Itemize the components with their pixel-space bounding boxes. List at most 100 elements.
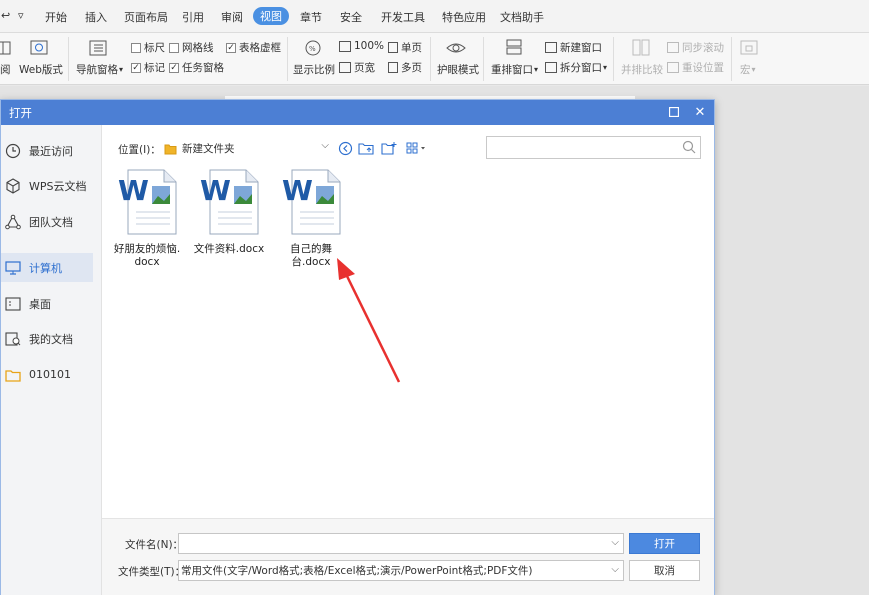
maximize-icon[interactable] — [665, 103, 683, 121]
file-item[interactable]: W 好朋友的烦恼. docx — [107, 168, 187, 269]
cancel-button[interactable]: 取消 — [629, 560, 700, 581]
svg-text:W: W — [118, 174, 149, 207]
dialog-sidebar: 最近访问 WPS云文档 团队文档 计算机 桌面 我的文档 010101 — [1, 125, 102, 595]
table-gridlines-checkbox[interactable]: ✓ 表格虚框 — [226, 40, 281, 55]
menu-item-page-layout[interactable]: 页面布局 — [124, 9, 168, 25]
open-file-dialog: 打开 ✕ 最近访问 WPS云文档 团队文档 计算机 桌面 我的文档 010101… — [0, 99, 715, 595]
open-button[interactable]: 打开 — [629, 533, 700, 554]
word-document-icon: W — [116, 168, 178, 236]
word-document-icon: W — [198, 168, 260, 236]
split-window-button[interactable]: 拆分窗口 ▾ — [545, 60, 607, 75]
eye-protection-button[interactable]: 护眼模式 — [437, 62, 479, 77]
undo-icon[interactable]: ↩ — [1, 9, 10, 22]
menu-bar: ↩ ▿ 开始 插入 页面布局 引用 审阅 视图 章节 安全 开发工具 特色应用 … — [0, 0, 869, 33]
sidebar-item-computer[interactable]: 计算机 — [1, 253, 93, 282]
file-name: 文件资料.docx — [193, 243, 265, 255]
menu-item-review[interactable]: 审阅 — [221, 9, 243, 25]
arrange-windows-button[interactable]: 重排窗口 ▾ — [491, 62, 538, 77]
filename-input[interactable]: ⌵ — [178, 533, 624, 554]
filetype-select[interactable]: 常用文件(文字/Word格式;表格/Excel格式;演示/PowerPoint格… — [178, 560, 624, 581]
file-name: 自己的舞台.docx — [290, 243, 332, 268]
macro-button: 宏 ▾ — [740, 64, 756, 76]
menu-item-chapter[interactable]: 章节 — [300, 9, 322, 25]
menu-item-developer-tools[interactable]: 开发工具 — [381, 9, 425, 25]
search-input[interactable] — [486, 136, 701, 159]
read-mode-label[interactable]: 阅 — [0, 62, 11, 77]
reset-position-icon — [667, 62, 679, 73]
monitor-icon — [4, 259, 21, 276]
zoom-button[interactable]: 显示比例 — [293, 62, 335, 77]
nav-pane-button[interactable]: 导航窗格 ▾ — [76, 62, 123, 77]
new-folder-icon[interactable] — [380, 140, 398, 156]
file-name-ext: docx — [134, 256, 160, 268]
nav-pane-icon[interactable] — [87, 38, 109, 58]
sidebar-item-wps-cloud[interactable]: WPS云文档 — [1, 171, 93, 200]
menu-item-security[interactable]: 安全 — [340, 9, 362, 25]
location-label: 位置(I)： — [118, 144, 161, 156]
web-layout-button[interactable]: Web版式 — [19, 62, 63, 77]
sidebar-item-label: WPS云文档 — [29, 179, 87, 193]
single-page-button[interactable]: 单页 — [388, 40, 422, 55]
ruler-checkbox[interactable]: 标尺 — [131, 40, 165, 55]
multi-page-button[interactable]: 多页 — [388, 60, 422, 75]
macro-icon — [738, 38, 760, 58]
sidebar-item-team-docs[interactable]: 团队文档 — [1, 207, 93, 236]
svg-text:W: W — [200, 174, 231, 207]
sidebar-item-label: 桌面 — [29, 297, 51, 311]
zoom-icon[interactable]: % — [302, 38, 324, 58]
menu-item-home[interactable]: 开始 — [45, 9, 67, 25]
arrange-windows-icon[interactable] — [503, 38, 525, 58]
sidebar-item-label: 最近访问 — [29, 144, 73, 158]
up-folder-icon[interactable] — [357, 140, 375, 156]
multi-page-icon — [388, 62, 398, 73]
split-window-icon — [545, 62, 557, 73]
close-icon[interactable]: ✕ — [691, 103, 709, 121]
ribbon-separator — [287, 37, 288, 81]
ribbon-separator — [731, 37, 732, 81]
sidebar-item-label: 010101 — [29, 368, 71, 381]
sidebar-item-my-documents[interactable]: 我的文档 — [1, 324, 93, 353]
quick-access-dropdown-icon[interactable]: ▿ — [18, 9, 24, 22]
folder-icon — [4, 366, 21, 383]
page-width-button[interactable]: 页宽 — [339, 60, 375, 75]
sidebar-item-recent[interactable]: 最近访问 — [1, 136, 93, 165]
new-window-button[interactable]: 新建窗口 — [545, 40, 602, 55]
file-item[interactable]: W 文件资料.docx — [189, 168, 269, 256]
read-mode-icon[interactable] — [0, 38, 14, 58]
my-documents-icon — [4, 330, 21, 347]
eye-icon[interactable] — [445, 38, 467, 58]
back-icon[interactable] — [336, 140, 354, 156]
clock-icon — [4, 142, 21, 159]
location-value: 新建文件夹 — [182, 142, 235, 155]
menu-item-special-apps[interactable]: 特色应用 — [442, 9, 486, 25]
menu-item-insert[interactable]: 插入 — [85, 9, 107, 25]
reset-position-button: 重设位置 — [667, 60, 724, 75]
sidebar-item-label: 我的文档 — [29, 332, 73, 346]
zoom-100-button[interactable]: 100% — [339, 40, 384, 52]
chevron-down-icon[interactable]: ⌵ — [611, 564, 619, 575]
chevron-down-icon: ⌵ — [321, 140, 329, 151]
location-dropdown[interactable]: 新建文件夹 ⌵ — [161, 137, 331, 159]
web-layout-icon[interactable] — [28, 38, 50, 58]
sidebar-item-folder-010101[interactable]: 010101 — [1, 360, 93, 389]
svg-text:%: % — [309, 45, 316, 53]
search-icon — [682, 140, 696, 157]
menu-item-view[interactable]: 视图 — [253, 7, 289, 25]
filetype-value: 常用文件(文字/Word格式;表格/Excel格式;演示/PowerPoint格… — [181, 565, 533, 577]
gridlines-checkbox[interactable]: 网格线 — [169, 40, 214, 55]
file-item[interactable]: W 自己的舞台.docx — [271, 168, 351, 269]
annotation-arrow — [337, 258, 401, 383]
sync-scroll-icon — [667, 42, 679, 53]
sidebar-item-desktop[interactable]: 桌面 — [1, 289, 93, 318]
menu-item-doc-assistant[interactable]: 文档助手 — [500, 9, 544, 25]
dialog-bottom-panel: 文件名(N)： ⌵ 打开 文件类型(T)： 常用文件(文字/Word格式;表格/… — [102, 518, 714, 595]
ribbon-separator — [430, 37, 431, 81]
view-mode-icon[interactable] — [405, 140, 429, 156]
task-pane-checkbox[interactable]: ✓ 任务窗格 — [169, 60, 224, 75]
chevron-down-icon[interactable]: ⌵ — [611, 537, 619, 548]
markup-checkbox[interactable]: ✓ 标记 — [131, 60, 165, 75]
menu-item-references[interactable]: 引用 — [182, 9, 204, 25]
sidebar-item-label: 计算机 — [29, 261, 62, 275]
file-name: 好朋友的烦恼. — [113, 243, 181, 255]
ribbon-separator — [613, 37, 614, 81]
